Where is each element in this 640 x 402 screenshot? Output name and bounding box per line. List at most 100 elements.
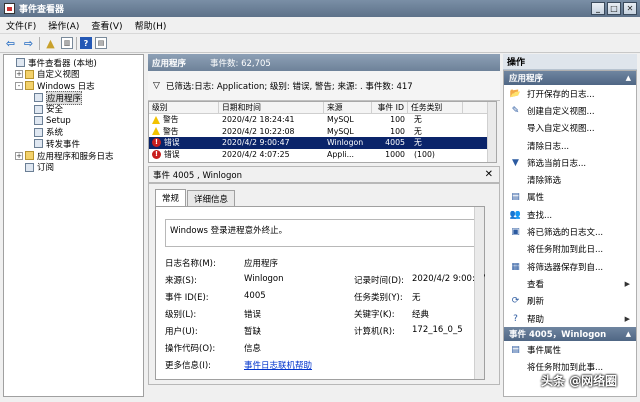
event-row[interactable]: 警告 2020/4/2 18:24:41 MySQL 100 无 <box>149 114 496 126</box>
column-task-category[interactable]: 任务类别 <box>408 102 463 114</box>
tree-item[interactable]: 事件查看器 (本地) <box>4 57 143 69</box>
online-help-link[interactable]: 事件日志联机帮助 <box>244 359 312 371</box>
event-detail-pane: 常规 详细信息 Windows 登录进程意外终止。 日志名称(M): 应用程序 … <box>148 183 500 385</box>
expand-icon[interactable]: + <box>15 151 23 160</box>
warning-icon <box>152 115 160 124</box>
tree-item[interactable]: + 自定义视图 <box>4 69 143 80</box>
event-id-cell: 1000 <box>385 149 405 159</box>
show-hide-tree-icon[interactable]: ▥ <box>61 37 73 49</box>
detail-scrollbar[interactable] <box>474 207 484 379</box>
log-title: 应用程序 <box>152 58 187 69</box>
action-item[interactable]: ▤ 事件属性 <box>504 341 636 358</box>
action-item[interactable]: 📂 打开保存的日志... <box>504 85 636 102</box>
action-item[interactable]: 将任务附加到此日... <box>504 241 636 258</box>
task-category-label: 任务类别(Y): <box>354 293 403 303</box>
event-level-text: 错误 <box>164 138 180 148</box>
minimize-button[interactable]: _ <box>591 2 605 15</box>
menu-action[interactable]: 操作(A) <box>42 19 85 32</box>
event-list-scrollbar[interactable] <box>487 102 496 162</box>
event-datetime-cell: 2020/4/2 10:22:08 <box>222 126 295 136</box>
action-item[interactable]: ▼ 筛选当前日志... <box>504 154 636 171</box>
close-detail-icon[interactable]: ✕ <box>485 169 493 180</box>
console-tree: 事件查看器 (本地) + 自定义视图 - Windows 日志 应用程序 安全 Setup 系统… <box>3 54 144 397</box>
action-item[interactable]: 👥 查找... <box>504 206 636 223</box>
column-datetime[interactable]: 日期和时间 <box>219 102 324 114</box>
event-category-cell: 无 <box>414 126 422 136</box>
event-level-cell: 警告 <box>149 126 219 137</box>
action-item[interactable]: 清除日志... <box>504 137 636 154</box>
event-message[interactable]: Windows 登录进程意外终止。 <box>165 219 477 247</box>
tree-item[interactable]: 应用程序 <box>4 90 143 105</box>
action-item[interactable]: 导入自定义视图... <box>504 120 636 137</box>
column-level[interactable]: 级别 <box>149 102 219 114</box>
column-source[interactable]: 来源 <box>324 102 372 114</box>
menu-file[interactable]: 文件(F) <box>0 19 42 32</box>
menu-view[interactable]: 查看(V) <box>85 19 128 32</box>
log-icon <box>34 127 43 137</box>
column-event-id[interactable]: 事件 ID <box>372 102 408 114</box>
tree-item[interactable]: 订阅 <box>4 161 143 173</box>
find-icon: 👥 <box>509 209 522 220</box>
actions-pane: 应用程序 ▲ 📂 打开保存的日志... ✎ 创建自定义视图... 导入自定义视图... 清… <box>503 70 637 397</box>
action-item[interactable]: 清除筛选 <box>504 171 636 188</box>
source-value: Winlogon <box>244 274 284 284</box>
action-item[interactable]: ▣ 将已筛选的日志文... <box>504 223 636 240</box>
help-icon[interactable]: ? <box>80 37 92 49</box>
action-item-label: 刷新 <box>527 297 545 308</box>
user-label: 用户(U): <box>165 327 198 337</box>
tree-item[interactable]: 转发事件 <box>4 138 143 150</box>
error-icon: ! <box>152 149 161 159</box>
source-label: 来源(S): <box>165 276 197 286</box>
tree-item[interactable]: + 应用程序和服务日志 <box>4 150 143 162</box>
warning-icon <box>152 127 160 136</box>
actions-section-event[interactable]: 事件 4005，Winlogon ▲ <box>504 327 636 342</box>
action-item-label: 属性 <box>527 193 545 204</box>
actions-section-log[interactable]: 应用程序 ▲ <box>504 71 636 85</box>
action-item[interactable]: ✎ 创建自定义视图... <box>504 102 636 119</box>
action-item[interactable]: ? 帮助 ▶ <box>504 310 636 327</box>
log-icon <box>34 104 43 114</box>
action-item[interactable]: ⟳ 刷新 <box>504 293 636 310</box>
opcode-value: 信息 <box>244 344 262 354</box>
window-title: 事件查看器 <box>19 5 65 15</box>
event-row[interactable]: ! 错误 2020/4/2 4:07:25 Appli... 1000 (100) <box>149 149 496 161</box>
filter-create-icon: ✎ <box>511 105 520 116</box>
show-hide-action-pane-icon[interactable]: ▤ <box>95 37 107 49</box>
event-properties-icon: ▤ <box>511 344 520 355</box>
forward-arrow-icon[interactable]: ⇨ <box>21 36 36 51</box>
event-list-header: 级别 日期和时间 来源 事件 ID 任务类别 <box>149 102 496 114</box>
maximize-button[interactable]: □ <box>607 2 621 15</box>
task-category-value: 无 <box>412 293 421 303</box>
actions-section-log-label: 应用程序 <box>509 74 544 84</box>
level-value: 错误 <box>244 310 262 320</box>
action-item-label: 查找... <box>527 210 553 221</box>
log-icon <box>34 139 43 149</box>
log-icon <box>25 162 34 172</box>
action-item[interactable]: ▦ 将筛选器保存到自... <box>504 258 636 275</box>
logged-label: 记录时间(D): <box>354 276 405 286</box>
action-item[interactable]: ▤ 属性 <box>504 189 636 206</box>
event-level-cell: ! 错误 <box>149 137 219 148</box>
tree-item[interactable]: Setup <box>4 115 143 127</box>
back-arrow-icon[interactable]: ⇦ <box>3 36 18 51</box>
close-button[interactable]: ✕ <box>623 2 637 15</box>
collapse-up-icon: ▲ <box>625 74 631 82</box>
folder-icon <box>25 151 34 161</box>
event-row[interactable]: 警告 2020/4/2 10:22:08 MySQL 100 无 <box>149 126 496 138</box>
event-level-text: 警告 <box>163 126 179 136</box>
action-item[interactable]: 查看 ▶ <box>504 275 636 292</box>
toolbar-separator <box>76 36 77 50</box>
event-count: 事件数: 62,705 <box>210 58 271 69</box>
expand-icon[interactable]: + <box>15 70 23 79</box>
tree-item-label: 订阅 <box>37 163 55 174</box>
up-folder-icon[interactable]: ▲ <box>43 36 58 51</box>
collapse-icon[interactable]: - <box>15 81 23 90</box>
tree-item[interactable]: 安全 <box>4 103 143 115</box>
menu-help[interactable]: 帮助(H) <box>129 19 173 32</box>
event-id-cell: 100 <box>390 126 405 136</box>
computer-icon <box>16 58 25 68</box>
event-row[interactable]: ! 错误 2020/4/2 9:00:47 Winlogon 4005 无 <box>149 137 496 149</box>
tree-item-label: 应用程序和服务日志 <box>37 151 114 162</box>
tree-item[interactable]: 系统 <box>4 127 143 138</box>
